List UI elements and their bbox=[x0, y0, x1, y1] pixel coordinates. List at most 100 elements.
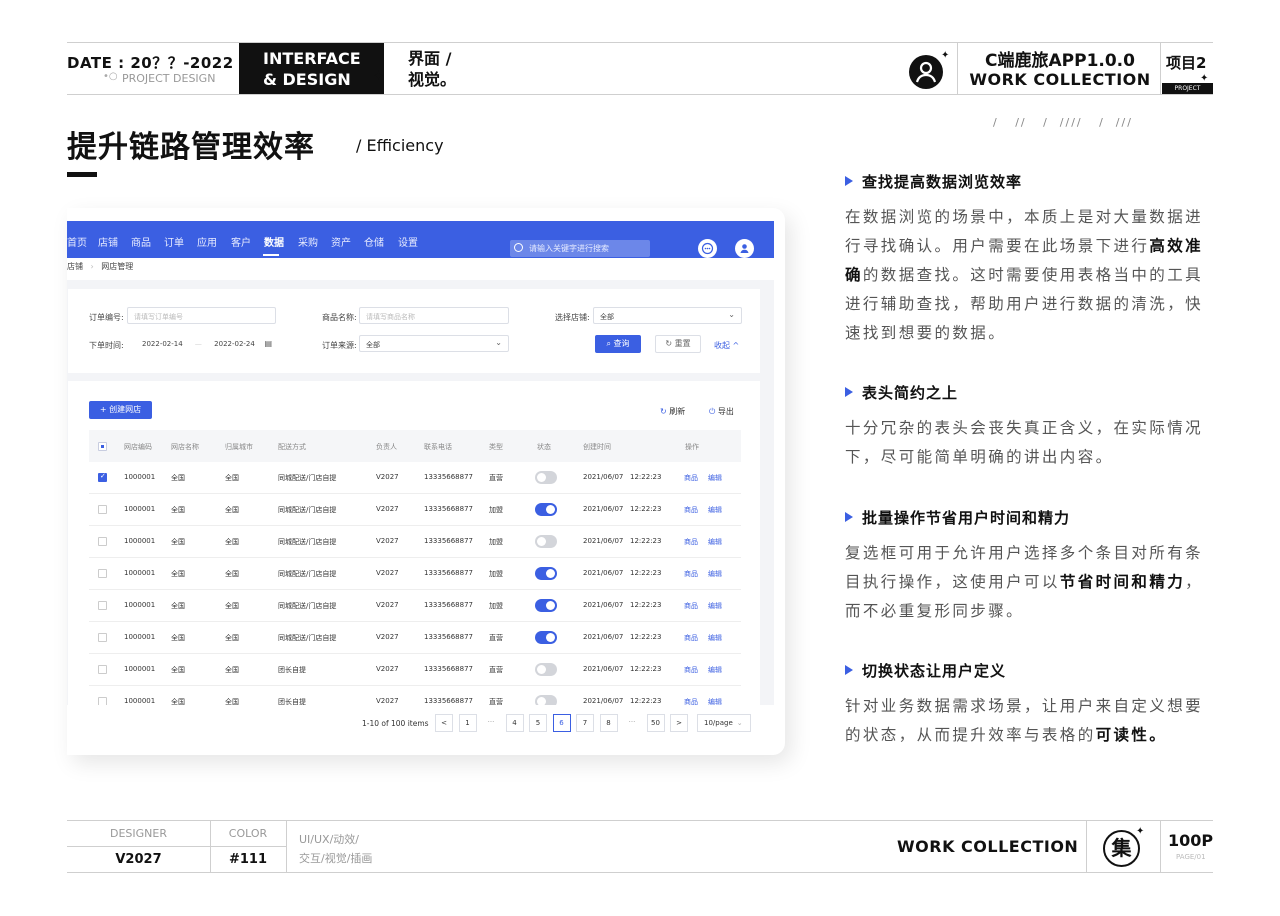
order-no-input[interactable]: 请填写订单编号 bbox=[127, 307, 276, 324]
edit-link[interactable]: 编辑 bbox=[708, 633, 722, 643]
nav-item-purchase[interactable]: 采购 bbox=[298, 234, 318, 249]
nav-item-assets[interactable]: 资产 bbox=[331, 234, 351, 249]
table-row[interactable]: 1000001 全国 全国 同城配送/门店自提 V2027 13335668877 加盟 20… bbox=[89, 526, 741, 558]
order-source-select[interactable]: 全部 ⌄ bbox=[359, 335, 509, 352]
dots-icon: •○ bbox=[103, 71, 118, 82]
row-checkbox[interactable]: ✓ bbox=[98, 472, 107, 482]
cell-created: 2021/06/07 12:22:23 bbox=[583, 601, 662, 609]
color-label: COLOR bbox=[228, 827, 268, 840]
block-line2: & DESIGN bbox=[263, 70, 351, 89]
section-body-1: 在数据浏览的场景中，本质上是对大量数据进行寻找确认。用户需要在此场景下进行高效准… bbox=[845, 208, 1204, 342]
th-delivery: 配送方式 bbox=[278, 443, 306, 451]
row-checkbox[interactable] bbox=[98, 601, 107, 610]
product-link[interactable]: 商品 bbox=[684, 473, 698, 483]
table-row[interactable]: ✓ 1000001 全国 全国 同城配送/门店自提 V2027 13335668877 直营 2… bbox=[89, 462, 741, 494]
cell-created: 2021/06/07 12:22:23 bbox=[583, 505, 662, 513]
project-design-label: PROJECT DESIGN bbox=[122, 72, 216, 85]
chevron-down-icon: ⌄ bbox=[728, 310, 735, 319]
cell-code: 1000001 bbox=[124, 569, 156, 577]
cell-name: 全国 bbox=[171, 634, 185, 642]
triangle-icon bbox=[845, 387, 853, 397]
filter-panel: 订单编号: 请填写订单编号 商品名称: 请填写商品名称 选择店铺: 全部 ⌄ 下… bbox=[68, 289, 760, 373]
page-button[interactable]: 6 bbox=[552, 714, 571, 732]
store-select[interactable]: 全部 ⌄ bbox=[593, 307, 742, 324]
plus-icon: + bbox=[99, 405, 110, 414]
status-toggle[interactable] bbox=[535, 663, 557, 676]
search-input[interactable]: 请输入关键字进行搜索 bbox=[510, 240, 650, 257]
sparkle-icon: ✦ bbox=[373, 69, 384, 84]
date-from: 2022-02-14 bbox=[142, 340, 183, 348]
table-row[interactable]: 1000001 全国 全国 同城配送/门店自提 V2027 13335668877 加盟 20… bbox=[89, 590, 741, 622]
product-link[interactable]: 商品 bbox=[684, 505, 698, 515]
row-checkbox[interactable] bbox=[98, 537, 107, 546]
nav-item-app[interactable]: 应用 bbox=[197, 234, 217, 249]
status-toggle[interactable] bbox=[535, 535, 557, 548]
page-button[interactable]: 8 bbox=[599, 714, 618, 732]
status-toggle[interactable] bbox=[535, 503, 557, 516]
page-button[interactable]: 50 bbox=[646, 714, 665, 732]
page-button[interactable]: 1 bbox=[458, 714, 477, 732]
message-button[interactable] bbox=[698, 239, 717, 258]
page-button[interactable]: 7 bbox=[576, 714, 594, 732]
row-checkbox[interactable] bbox=[98, 505, 107, 514]
product-link[interactable]: 商品 bbox=[684, 569, 698, 579]
table-row[interactable]: 1000001 全国 全国 同城配送/门店自提 V2027 13335668877 加盟 20… bbox=[89, 494, 741, 526]
page-size-select[interactable]: 10/page ⌄ bbox=[697, 714, 751, 732]
edit-link[interactable]: 编辑 bbox=[708, 601, 722, 611]
collection-logo: 集 bbox=[1103, 830, 1140, 867]
status-toggle[interactable] bbox=[535, 599, 557, 612]
th-actions: 操作 bbox=[685, 443, 699, 451]
nav-item-data[interactable]: 数据 bbox=[264, 234, 284, 249]
status-toggle[interactable] bbox=[535, 631, 557, 644]
edit-link[interactable]: 编辑 bbox=[708, 473, 722, 483]
cell-city: 全国 bbox=[225, 538, 239, 546]
select-all-checkbox[interactable] bbox=[98, 442, 107, 451]
breadcrumb-store[interactable]: 店铺 bbox=[67, 262, 83, 271]
user-avatar-button[interactable] bbox=[735, 239, 754, 258]
edit-link[interactable]: 编辑 bbox=[708, 505, 722, 515]
row-checkbox[interactable] bbox=[98, 665, 107, 674]
nav-item-settings[interactable]: 设置 bbox=[398, 234, 418, 249]
product-link[interactable]: 商品 bbox=[684, 665, 698, 675]
table-row[interactable]: 1000001 全国 全国 团长自提 V2027 13335668877 直营 2021/06… bbox=[89, 654, 741, 686]
triangle-icon bbox=[845, 176, 853, 186]
reset-button[interactable]: ↻ 重置 bbox=[655, 335, 701, 353]
nav-item-warehouse[interactable]: 仓储 bbox=[364, 234, 384, 249]
table-row[interactable]: 1000001 全国 全国 同城配送/门店自提 V2027 13335668877 直营 20… bbox=[89, 622, 741, 654]
edit-link[interactable]: 编辑 bbox=[708, 537, 722, 547]
product-link[interactable]: 商品 bbox=[684, 537, 698, 547]
cell-created: 2021/06/07 12:22:23 bbox=[583, 569, 662, 577]
project-tag: PROJECT bbox=[1162, 83, 1213, 94]
nav-item-customer[interactable]: 客户 bbox=[231, 234, 251, 249]
work-collection-footer: WORK COLLECTION bbox=[897, 837, 1079, 856]
collapse-link[interactable]: 收起 ^ bbox=[714, 340, 739, 351]
product-link[interactable]: 商品 bbox=[684, 601, 698, 611]
refresh-link[interactable]: ↻ 刷新 bbox=[660, 406, 685, 417]
row-checkbox[interactable] bbox=[98, 633, 107, 642]
status-toggle[interactable] bbox=[535, 567, 557, 580]
nav-item-order[interactable]: 订单 bbox=[164, 234, 184, 249]
th-city: 归属城市 bbox=[225, 443, 253, 451]
cell-delivery: 同城配送/门店自提 bbox=[278, 474, 337, 482]
row-checkbox[interactable] bbox=[98, 569, 107, 578]
status-toggle[interactable] bbox=[535, 471, 557, 484]
nav-item-home[interactable]: 首页 bbox=[67, 234, 87, 249]
table-row[interactable]: 1000001 全国 全国 同城配送/门店自提 V2027 13335668877 加盟 20… bbox=[89, 558, 741, 590]
next-page-button[interactable]: > bbox=[670, 714, 688, 732]
nav-item-product[interactable]: 商品 bbox=[131, 234, 151, 249]
cell-code: 1000001 bbox=[124, 697, 156, 705]
prev-page-button[interactable]: < bbox=[435, 714, 453, 732]
edit-link[interactable]: 编辑 bbox=[708, 665, 722, 675]
nav-item-store[interactable]: 店铺 bbox=[98, 234, 118, 249]
date-range-picker[interactable]: 2022-02-14 — 2022-02-24 ▤ bbox=[127, 335, 276, 352]
page-button[interactable]: 5 bbox=[529, 714, 547, 732]
tags-line2: 交互/视觉/插画 bbox=[299, 852, 373, 865]
page-button[interactable]: 4 bbox=[505, 714, 524, 732]
query-button[interactable]: ⌕ 查询 bbox=[595, 335, 641, 353]
product-link[interactable]: 商品 bbox=[684, 633, 698, 643]
export-link[interactable]: ⏻ 导出 bbox=[709, 406, 734, 417]
reset-button-label: 重置 bbox=[674, 339, 691, 348]
edit-link[interactable]: 编辑 bbox=[708, 569, 722, 579]
create-store-button[interactable]: + 创建网店 bbox=[89, 401, 152, 419]
product-name-input[interactable]: 请填写商品名称 bbox=[359, 307, 509, 324]
